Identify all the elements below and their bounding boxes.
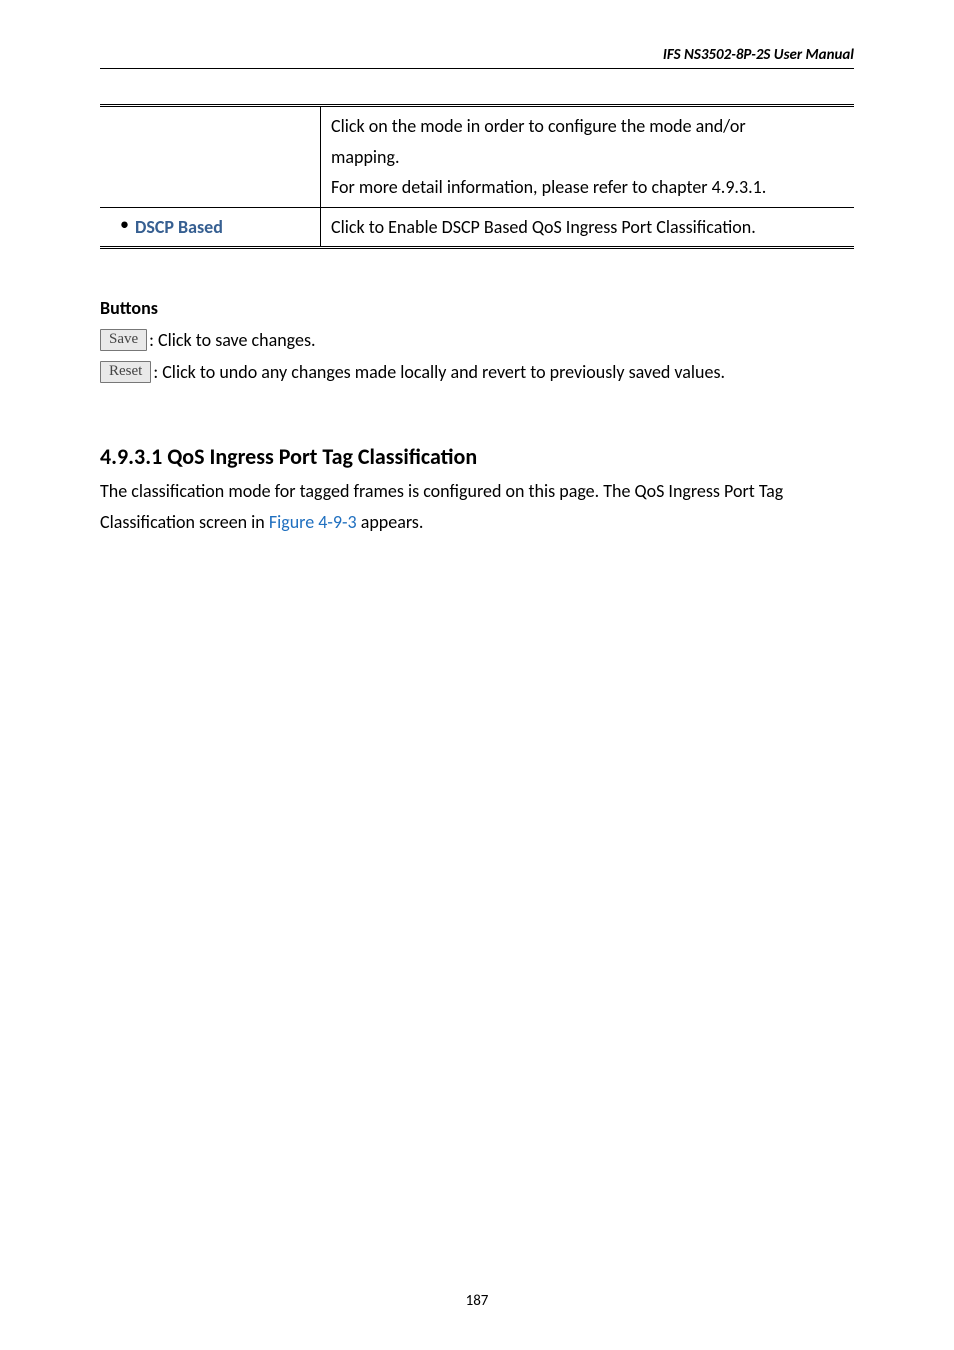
table-row2-label-cell: • DSCP Based	[100, 207, 321, 248]
header-rule	[100, 68, 854, 69]
para-line2a: Classification screen in	[100, 511, 269, 533]
table-row1-line2: mapping.	[331, 142, 844, 173]
bullet-icon: •	[110, 212, 135, 237]
table-row1-line1: Click on the mode in order to configure …	[331, 111, 844, 142]
spec-table: Click on the mode in order to configure …	[100, 104, 854, 249]
table-row1-desc: Click on the mode in order to configure …	[321, 106, 855, 208]
para-line1: The classification mode for tagged frame…	[100, 480, 783, 502]
table-row2-desc: Click to Enable DSCP Based QoS Ingress P…	[321, 207, 855, 248]
table-row2-label: DSCP Based	[135, 212, 223, 243]
subsection-paragraph: The classification mode for tagged frame…	[100, 476, 854, 537]
header-title: IFS NS3502-8P-2S User Manual	[663, 46, 854, 64]
save-button-line: Save : Click to save changes.	[100, 329, 854, 351]
table-row1-label	[100, 106, 321, 208]
save-button[interactable]: Save	[100, 329, 147, 351]
save-button-text: : Click to save changes.	[149, 329, 315, 351]
figure-link[interactable]: Figure 4-9-3	[269, 511, 357, 533]
reset-button-line: Reset : Click to undo any changes made l…	[100, 361, 854, 383]
buttons-heading: Buttons	[100, 297, 854, 319]
reset-button-text: : Click to undo any changes made locally…	[153, 361, 725, 383]
page-number: 187	[0, 1292, 954, 1310]
para-line2b: appears.	[357, 511, 424, 533]
table-row1-line3: For more detail information, please refe…	[331, 172, 844, 203]
reset-button[interactable]: Reset	[100, 361, 151, 383]
subsection-heading: 4.9.3.1 QoS Ingress Port Tag Classificat…	[100, 443, 854, 470]
